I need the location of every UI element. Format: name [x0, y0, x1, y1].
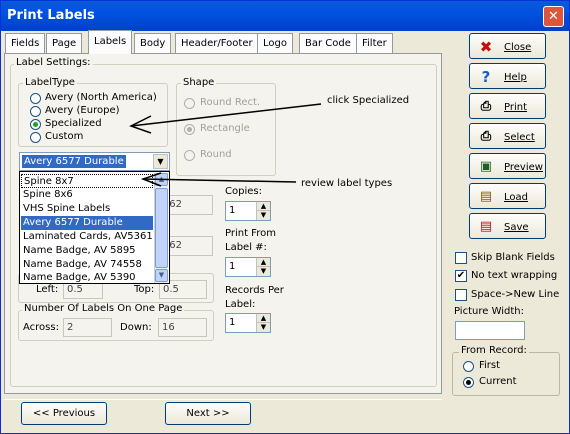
dropdown-item[interactable]: Name Badge, AV 5390: [21, 272, 153, 283]
tab-header-footer[interactable]: Header/Footer: [175, 33, 259, 53]
print-from-label: Print From Label #:: [225, 228, 276, 253]
window-close-button[interactable]: ✕: [543, 6, 564, 27]
print-icon: ⎙: [480, 99, 492, 114]
records-per-label: Records Per Label:: [225, 285, 284, 310]
picture-width-label: Picture Width:: [454, 306, 524, 317]
radio-custom[interactable]: [30, 132, 41, 143]
label-width-value: 62: [169, 199, 182, 210]
scroll-thumb[interactable]: [155, 188, 168, 268]
dropdown-item-selected[interactable]: Avery 6577 Durable: [21, 216, 153, 230]
label-height-value: 62: [169, 240, 182, 251]
dropdown-item[interactable]: Laminated Cards, AV5361: [21, 230, 153, 244]
no-text-wrapping-checkbox[interactable]: ✔: [455, 270, 467, 282]
arrow-review-line: [142, 178, 297, 183]
print-labels-window: Print Labels ✕ Fields Page Labels Body H…: [0, 0, 570, 434]
margin-top-label: Top:: [134, 284, 155, 295]
tab-logo[interactable]: Logo: [257, 33, 293, 53]
help-button-label: Help: [504, 72, 527, 83]
no-text-wrapping-label: No text wrapping: [471, 270, 558, 281]
shape-title: Shape: [181, 77, 217, 88]
label-type-combo-value: Avery 6577 Durable: [22, 155, 126, 168]
arrow-specialized-line: [130, 103, 322, 127]
records-per-stepper[interactable]: ▲ ▼: [256, 314, 270, 332]
down-field[interactable]: 16: [158, 318, 207, 337]
window-title: Print Labels: [7, 8, 95, 23]
skip-blank-fields-checkbox[interactable]: [455, 252, 467, 264]
save-button-label: Save: [504, 222, 529, 233]
help-button[interactable]: ? Help: [469, 63, 546, 89]
save-icon: ▤: [479, 219, 493, 234]
label-type-title: LabelType: [23, 77, 77, 88]
radio-label-current: Current: [479, 376, 517, 387]
across-label: Across:: [23, 322, 59, 333]
preview-icon: ▣: [479, 159, 493, 174]
tab-filter[interactable]: Filter: [356, 33, 393, 53]
radio-current[interactable]: [463, 377, 474, 388]
close-button[interactable]: ✖ Close: [469, 33, 546, 59]
close-icon: ✖: [479, 38, 493, 56]
preview-button-label: Preview: [504, 162, 543, 173]
across-field[interactable]: 2: [63, 318, 112, 337]
annotation-review-label-types: review label types: [301, 178, 393, 189]
tab-body[interactable]: Body: [134, 33, 172, 53]
annotation-arrows: [129, 103, 322, 187]
print-button[interactable]: ⎙ Print: [469, 93, 546, 119]
help-icon: ?: [481, 68, 491, 86]
label-settings-title: Label Settings:: [14, 57, 93, 68]
skip-blank-fields-label: Skip Blank Fields: [471, 252, 555, 263]
radio-label-specialized: Specialized: [45, 118, 102, 129]
annotation-click-specialized: click Specialized: [327, 95, 410, 106]
picture-width-field[interactable]: [455, 321, 525, 340]
dropdown-item[interactable]: Name Badge, AV 74558: [21, 258, 153, 272]
copies-stepper[interactable]: ▲ ▼: [256, 202, 270, 220]
labels-on-page-title: Number Of Labels On One Page: [22, 303, 185, 314]
dropdown-item[interactable]: Name Badge, AV 5895: [21, 244, 153, 258]
preview-button[interactable]: ▣ Preview: [469, 153, 546, 179]
radio-first[interactable]: [463, 361, 474, 372]
load-icon: ▤: [479, 189, 493, 204]
tab-bar-code[interactable]: Bar Code: [299, 33, 357, 53]
print-button-label: Print: [504, 102, 528, 113]
load-button[interactable]: ▤ Load: [469, 183, 546, 209]
space-new-line-label: Space->New Line: [471, 289, 560, 300]
radio-label-first: First: [479, 360, 501, 371]
tab-labels[interactable]: Labels: [88, 30, 133, 54]
radio-avery-north-america[interactable]: [30, 93, 41, 104]
tab-page[interactable]: Page: [46, 33, 83, 53]
from-record-title: From Record:: [459, 345, 529, 356]
title-bar: Print Labels ✕: [1, 1, 569, 31]
radio-specialized[interactable]: [30, 119, 41, 130]
previous-button[interactable]: << Previous: [21, 402, 107, 425]
load-button-label: Load: [504, 192, 528, 203]
radio-label-custom: Custom: [45, 131, 84, 142]
radio-label-avery-europe: Avery (Europe): [45, 105, 120, 116]
scroll-down-icon[interactable]: ▼: [155, 269, 168, 282]
tab-fields[interactable]: Fields: [5, 33, 46, 53]
print-from-stepper[interactable]: ▲ ▼: [256, 258, 270, 276]
radio-avery-europe[interactable]: [30, 106, 41, 117]
select-button[interactable]: ⎙ Select: [469, 123, 546, 149]
down-label: Down:: [120, 322, 152, 333]
from-record-group: [452, 352, 560, 396]
select-button-label: Select: [504, 132, 535, 143]
close-button-label: Close: [504, 42, 532, 53]
select-icon: ⎙: [480, 129, 492, 144]
margin-left-label: Left:: [36, 284, 59, 295]
save-button[interactable]: ▤ Save: [469, 213, 546, 239]
dropdown-item[interactable]: VHS Spine Labels: [21, 202, 153, 216]
space-new-line-checkbox[interactable]: [455, 289, 467, 301]
next-button[interactable]: Next >>: [165, 402, 251, 425]
